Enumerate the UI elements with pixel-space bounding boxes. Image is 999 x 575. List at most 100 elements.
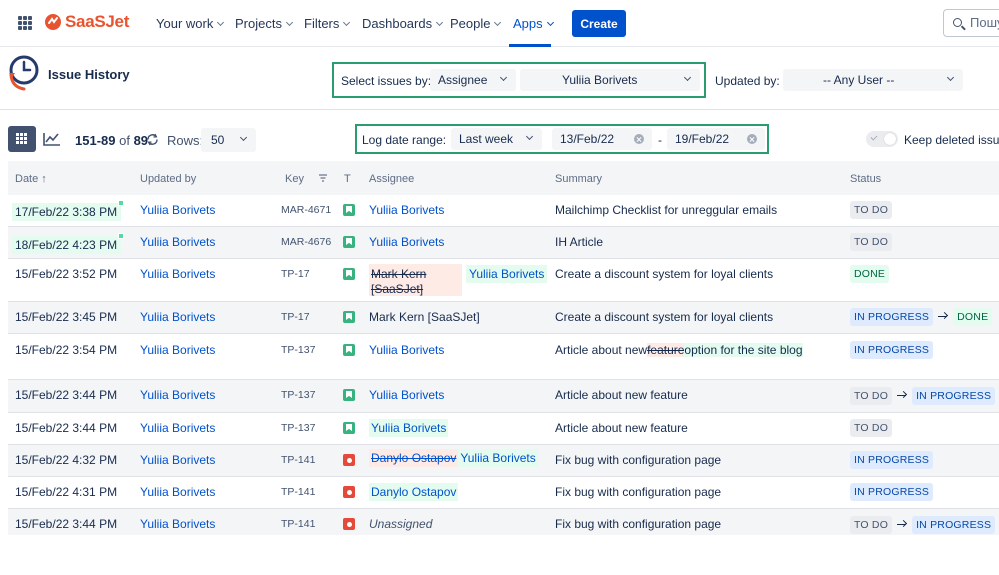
brand-logo[interactable]: SaaSJet — [44, 12, 129, 32]
issue-key-cell[interactable]: TP-141 — [281, 486, 315, 498]
table-row[interactable]: 18/Feb/22 4:23 PM Yuliia Borivets MAR-46… — [8, 227, 999, 259]
status-badge: TO DO — [850, 419, 893, 437]
status-badge-from: TO DO — [850, 516, 893, 534]
assignee-cell: Unassigned — [369, 517, 433, 531]
create-button[interactable]: Create — [572, 10, 626, 37]
updated-by-cell[interactable]: Yuliia Borivets — [140, 343, 215, 357]
nav-apps[interactable]: Apps — [513, 16, 554, 31]
nav-people[interactable]: People — [450, 16, 502, 31]
col-status-header[interactable]: Status — [850, 173, 881, 185]
chart-view-button[interactable] — [38, 126, 66, 152]
assignee-cell[interactable]: Yuliia Borivets — [369, 388, 444, 402]
updated-by-cell[interactable]: Yuliia Borivets — [140, 388, 215, 402]
issue-key-cell[interactable]: MAR-4671 — [281, 204, 331, 216]
summary-cell: Article about new feature — [555, 421, 688, 435]
updated-by-cell[interactable]: Yuliia Borivets — [140, 421, 215, 435]
issue-key-cell[interactable]: TP-141 — [281, 518, 315, 530]
filter-icon[interactable] — [318, 173, 328, 183]
assignee-new-cell[interactable]: Danylo Ostapov — [369, 483, 459, 501]
search-placeholder: Пошук — [970, 15, 999, 30]
status-badge: TO DO — [850, 233, 893, 251]
chevron-down-icon — [343, 18, 351, 27]
updated-by-cell[interactable]: Yuliia Borivets — [140, 517, 215, 531]
issue-key-cell[interactable]: TP-17 — [281, 311, 310, 323]
col-assignee-header[interactable]: Assignee — [369, 173, 414, 185]
chevron-down-icon — [525, 132, 534, 141]
updated-by-cell[interactable]: Yuliia Borivets — [140, 267, 215, 281]
issue-key-cell[interactable]: TP-137 — [281, 344, 315, 356]
keep-deleted-toggle[interactable] — [866, 131, 898, 147]
table-row[interactable]: 15/Feb/22 4:31 PM Yuliia Borivets TP-141… — [8, 477, 999, 509]
issue-key-cell[interactable]: TP-137 — [281, 422, 315, 434]
updated-by-cell[interactable]: Yuliia Borivets — [140, 485, 215, 499]
status-badge: IN PROGRESS — [850, 483, 934, 501]
date-to-input[interactable]: 19/Feb/22 — [667, 128, 765, 150]
rows-dropdown[interactable]: 50 — [201, 128, 256, 152]
table-row[interactable]: 15/Feb/22 3:45 PM Yuliia Borivets TP-17 … — [8, 302, 999, 334]
updated-by-cell[interactable]: Yuliia Borivets — [140, 310, 215, 324]
updated-by-cell[interactable]: Yuliia Borivets — [140, 453, 215, 467]
status-badge: DONE — [850, 265, 890, 283]
assignee-added[interactable]: Yuliia Borivets — [458, 449, 538, 467]
dropdown-value: Last week — [459, 132, 514, 146]
status-cell: DONE — [850, 265, 890, 283]
story-icon — [343, 311, 355, 323]
assignee-cell[interactable]: Yuliia Borivets — [369, 203, 444, 217]
issue-key-cell[interactable]: TP-141 — [281, 454, 315, 466]
clear-icon[interactable] — [634, 134, 644, 144]
status-badge-from: IN PROGRESS — [850, 308, 934, 326]
summary-cell: Fix bug with configuration page — [555, 453, 722, 467]
log-date-range-dropdown[interactable]: Last week — [451, 128, 542, 150]
story-icon — [343, 422, 355, 434]
issue-history-logo-icon — [9, 55, 39, 91]
assignee-dropdown[interactable]: Yuliia Borivets — [520, 69, 700, 91]
issue-key-cell[interactable]: TP-17 — [281, 268, 310, 280]
status-badge-to: IN PROGRESS — [912, 387, 996, 405]
col-updated-by-header[interactable]: Updated by — [140, 173, 196, 185]
nav-dashboards[interactable]: Dashboards — [362, 16, 444, 31]
chevron-down-icon — [683, 73, 692, 82]
col-type-header[interactable]: T — [344, 173, 351, 185]
select-issues-dropdown[interactable]: Assignee — [430, 69, 516, 91]
assignee-cell[interactable]: Yuliia Borivets — [369, 343, 444, 357]
search-input[interactable]: Пошук — [943, 9, 999, 37]
table-row[interactable]: 17/Feb/22 3:38 PM Yuliia Borivets MAR-46… — [8, 195, 999, 227]
app-switcher-icon[interactable] — [18, 16, 32, 30]
table-row[interactable]: 15/Feb/22 3:52 PM Yuliia Borivets TP-17 … — [8, 259, 999, 302]
table-row[interactable]: 15/Feb/22 3:54 PM Yuliia Borivets TP-137… — [8, 334, 999, 380]
nav-projects[interactable]: Projects — [235, 16, 294, 31]
issue-key-cell[interactable]: MAR-4676 — [281, 236, 331, 248]
table-row[interactable]: 15/Feb/22 3:44 PM Yuliia Borivets TP-137… — [8, 413, 999, 445]
assignee-cell[interactable]: Yuliia Borivets — [369, 235, 444, 249]
col-date-header[interactable]: Date ↑ — [15, 173, 47, 185]
brand-name: SaaSJet — [65, 12, 130, 31]
table-row[interactable]: 15/Feb/22 3:44 PM Yuliia Borivets TP-137… — [8, 380, 999, 413]
dropdown-value: 50 — [211, 133, 225, 147]
active-nav-indicator — [509, 44, 551, 47]
dropdown-value: Yuliia Borivets — [562, 73, 638, 87]
updated-by-dropdown[interactable]: -- Any User -- — [783, 69, 963, 91]
summary-cell: Mailchimp Checklist for unreggular email… — [555, 203, 778, 217]
status-cell: TO DO IN PROGRESS — [850, 516, 996, 534]
table-row[interactable]: 15/Feb/22 4:32 PM Yuliia Borivets TP-141… — [8, 445, 999, 477]
nav-label: People — [450, 16, 491, 31]
chevron-down-icon — [494, 18, 502, 27]
refresh-icon[interactable] — [146, 133, 159, 146]
date-from-input[interactable]: 13/Feb/22 — [552, 128, 652, 150]
status-badge: IN PROGRESS — [850, 341, 934, 359]
col-key-header[interactable]: Key — [285, 173, 304, 185]
table-view-button[interactable] — [8, 126, 36, 152]
nav-label: Filters — [304, 16, 340, 31]
nav-your-work[interactable]: Your work — [156, 16, 225, 31]
updated-by-cell[interactable]: Yuliia Borivets — [140, 203, 215, 217]
chevron-down-icon — [436, 18, 444, 27]
date-cell: 18/Feb/22 4:23 PM — [12, 233, 125, 254]
issue-key-cell[interactable]: TP-137 — [281, 389, 315, 401]
clear-icon[interactable] — [747, 134, 757, 144]
updated-by-cell[interactable]: Yuliia Borivets — [140, 235, 215, 249]
col-summary-header[interactable]: Summary — [555, 173, 602, 185]
assignee-new-cell[interactable]: Yuliia Borivets — [466, 265, 548, 283]
status-cell: TO DO — [850, 419, 893, 437]
nav-filters[interactable]: Filters — [304, 16, 351, 31]
assignee-new-cell[interactable]: Yuliia Borivets — [369, 419, 449, 437]
